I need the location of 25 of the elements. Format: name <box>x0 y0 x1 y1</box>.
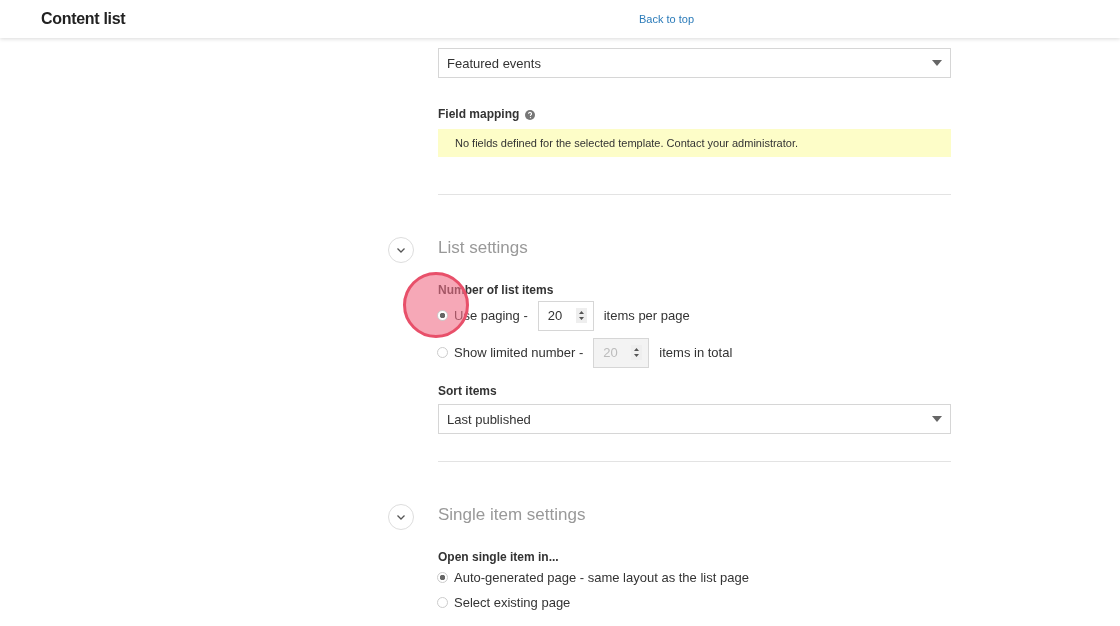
number-field[interactable]: 20 <box>537 300 594 331</box>
option-label: Select existing page <box>454 595 571 610</box>
dropdown-caret-icon <box>932 416 942 422</box>
field-label: Field mapping <box>438 107 520 121</box>
radio-button[interactable] <box>437 310 448 321</box>
template-select[interactable]: Featured events <box>438 48 951 78</box>
radio-button[interactable] <box>437 572 448 583</box>
option-label: items in total <box>659 345 733 360</box>
spinner-icon[interactable] <box>575 308 587 323</box>
section-heading: Single item settings <box>438 505 587 525</box>
dropdown-caret-icon <box>932 60 942 66</box>
radio-button[interactable] <box>437 597 448 608</box>
option-label: Show limited number - <box>454 345 584 360</box>
notice-message: No fields defined for the selected template. Contact your administrator. <box>438 129 951 157</box>
page-title: Content list <box>41 10 126 28</box>
help-icon[interactable] <box>525 110 536 120</box>
option-label: Auto-generated page - same layout as the list page <box>454 570 749 585</box>
sort-select[interactable]: Last published <box>438 404 951 434</box>
radio-button[interactable] <box>437 347 448 358</box>
back-to-top-link[interactable]: Back to top <box>639 13 695 25</box>
section-heading: List settings <box>438 238 529 258</box>
field-label: Open single item in... <box>438 550 559 564</box>
field-label: Sort items <box>438 384 497 398</box>
spinner-icon[interactable] <box>631 345 643 360</box>
option-label: items per page <box>603 308 690 323</box>
